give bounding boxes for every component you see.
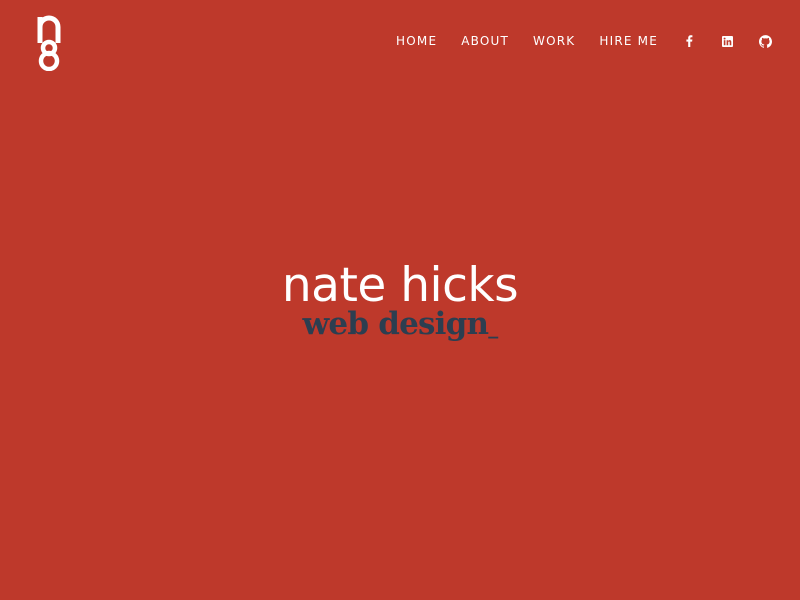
page: HOME ABOUT WORK HIRE ME nate hicks web d… <box>0 0 800 600</box>
nav-home[interactable]: HOME <box>396 32 437 50</box>
facebook-link[interactable] <box>682 34 696 48</box>
typing-cursor: _ <box>488 315 498 339</box>
github-icon <box>758 34 772 48</box>
github-link[interactable] <box>758 34 772 48</box>
nav-hire-me[interactable]: HIRE ME <box>599 32 658 50</box>
ng-monogram-logo-icon <box>37 15 61 71</box>
main-nav: HOME ABOUT WORK HIRE ME <box>396 32 772 50</box>
nav-work[interactable]: WORK <box>533 32 575 50</box>
hero: nate hicks web design_ <box>0 258 800 357</box>
linkedin-link[interactable] <box>720 34 734 48</box>
linkedin-icon <box>721 35 733 47</box>
facebook-icon <box>686 35 693 47</box>
hero-tagline: web design <box>302 306 490 342</box>
hero-tagline-line: web design_ <box>0 304 800 347</box>
nav-about[interactable]: ABOUT <box>461 32 509 50</box>
